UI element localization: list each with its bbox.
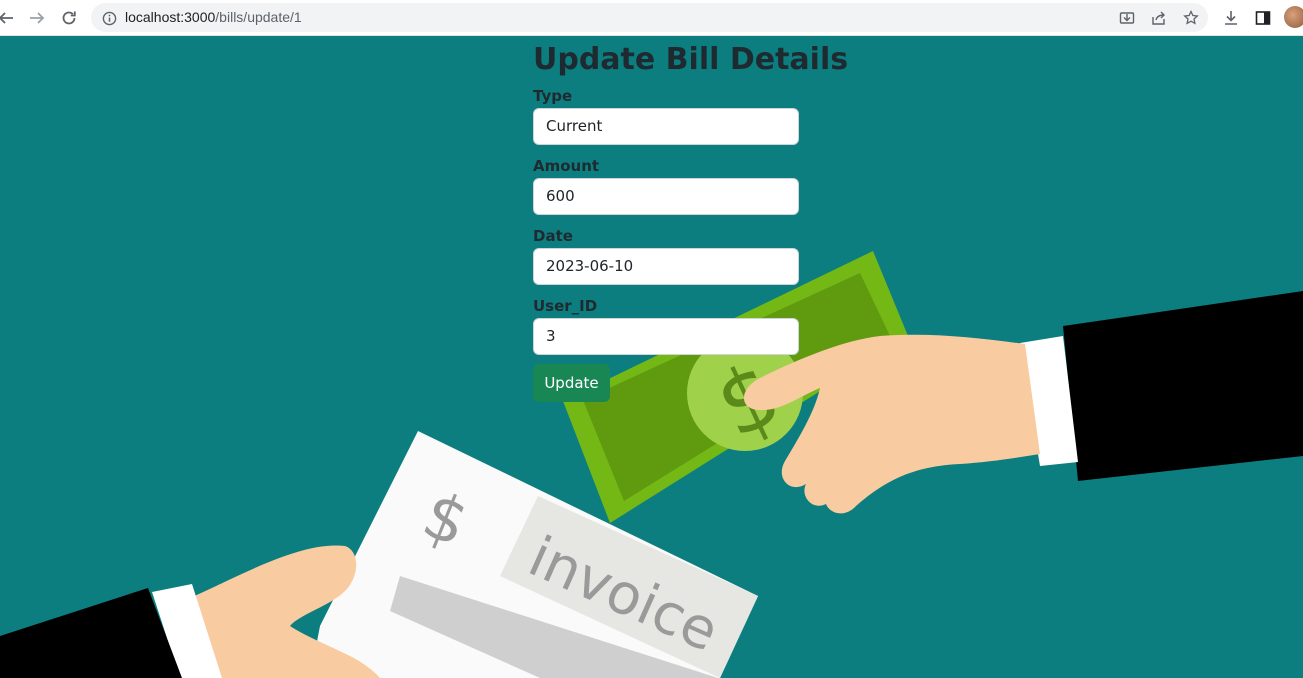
url-text: localhost:3000/bills/update/1 [125, 9, 302, 25]
site-info-icon[interactable] [97, 6, 121, 30]
downloads-icon[interactable] [1219, 6, 1243, 30]
url-path: /bills/update/1 [215, 9, 302, 25]
bookmark-star-icon[interactable] [1179, 6, 1203, 30]
reload-icon[interactable] [57, 6, 81, 30]
type-label: Type [533, 87, 573, 105]
user-id-input[interactable]: 3 [533, 318, 799, 355]
type-input[interactable]: Current [533, 108, 799, 145]
user-id-label: User_ID [533, 297, 598, 315]
left-hand-illustration [0, 545, 380, 678]
forward-icon[interactable] [25, 6, 49, 30]
profile-avatar[interactable] [1284, 6, 1303, 28]
amount-input[interactable]: 600 [533, 178, 799, 215]
side-panel-icon[interactable] [1251, 6, 1275, 30]
date-label: Date [533, 227, 573, 245]
page-body: $ $ invoice Update Bill Details Type Cur… [0, 36, 1303, 678]
url-host: localhost:3000 [125, 9, 216, 25]
share-icon[interactable] [1147, 6, 1171, 30]
address-bar[interactable]: localhost:3000/bills/update/1 [91, 3, 1208, 32]
install-icon[interactable] [1115, 6, 1139, 30]
page-title: Update Bill Details [533, 42, 849, 77]
back-icon[interactable] [0, 6, 18, 30]
browser-toolbar: localhost:3000/bills/update/1 [0, 0, 1303, 36]
amount-label: Amount [533, 157, 600, 175]
update-button[interactable]: Update [533, 364, 610, 402]
date-input[interactable]: 2023-06-10 [533, 248, 799, 285]
